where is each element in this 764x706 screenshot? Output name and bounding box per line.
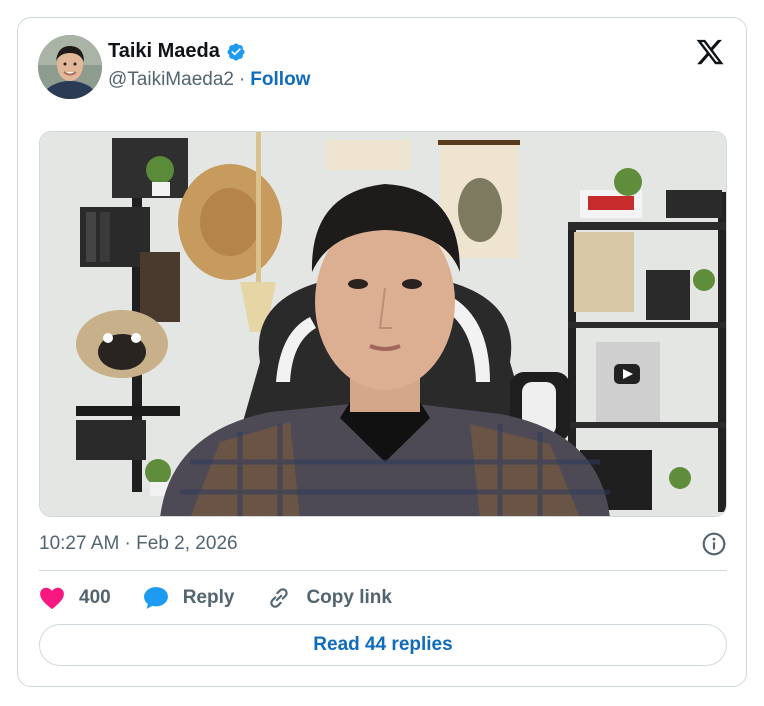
like-count: 400 [79,587,111,608]
follow-link[interactable]: Follow [250,69,310,91]
divider [39,570,727,571]
verified-badge-icon [227,42,245,61]
video-frame-image [40,132,726,516]
heart-icon [40,587,64,610]
author-name-row: Taiki Maeda [108,40,246,63]
author-handle[interactable]: @TaikiMaeda2 [108,69,234,91]
avatar-photo [38,35,102,99]
link-icon [270,588,289,608]
read-replies-button[interactable]: Read 44 replies [39,624,727,666]
avatar[interactable] [38,35,102,99]
tweet-timestamp[interactable]: 10:27 AM · Feb 2, 2026 [39,533,238,555]
tweet-embed-card: Taiki Maeda @TaikiMaeda2 · Follow 10:27 … [17,17,747,687]
reply-label: Reply [182,587,235,608]
x-logo-icon[interactable] [695,37,725,67]
separator-dot: · [238,69,246,90]
action-bar: 400 Reply Copy link [39,583,424,613]
speech-bubble-icon [143,587,168,609]
tweet-video-thumbnail[interactable] [39,131,727,517]
info-icon[interactable] [701,531,727,557]
timestamp-row: 10:27 AM · Feb 2, 2026 [39,530,727,558]
author-handle-row: @TaikiMaeda2 · Follow [108,69,310,91]
author-display-name[interactable]: Taiki Maeda [108,40,220,63]
copy-link-label: Copy link [306,587,392,608]
copy-link-button[interactable]: Copy link [266,585,392,611]
like-button[interactable]: 400 [39,586,111,610]
reply-button[interactable]: Reply [143,586,235,610]
